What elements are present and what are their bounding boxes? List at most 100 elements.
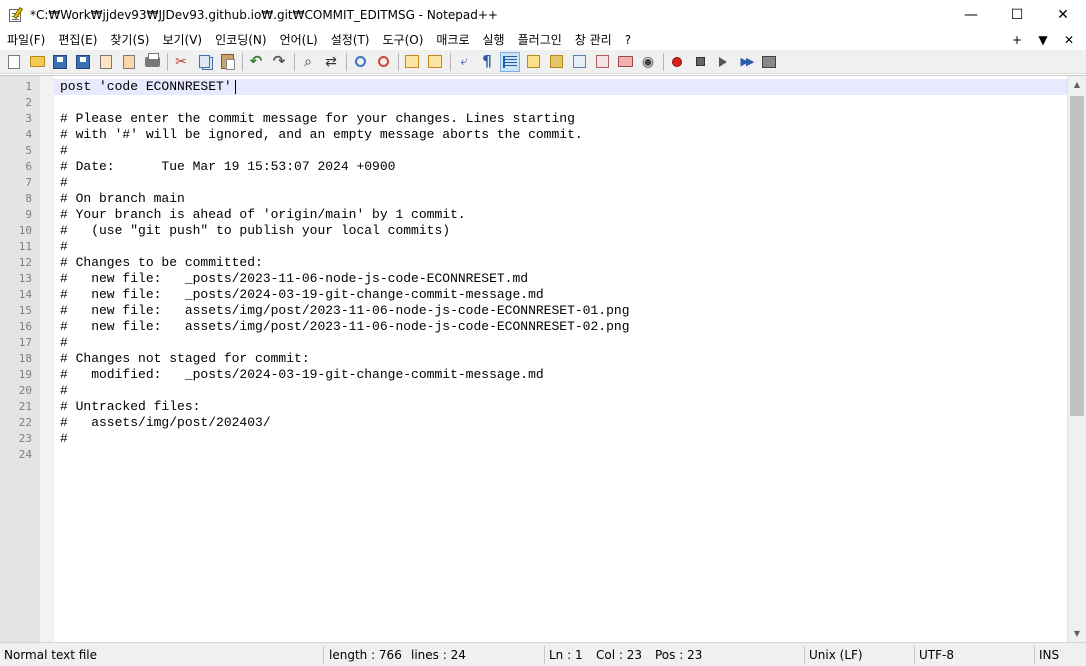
maximize-button[interactable]: ☐ bbox=[994, 0, 1040, 30]
menu-window[interactable]: 창 관리 bbox=[568, 30, 618, 50]
menu-file[interactable]: 파일(F) bbox=[0, 30, 51, 50]
editor-line[interactable]: # with '#' will be ignored, and an empty… bbox=[54, 127, 1067, 143]
doc-map-icon[interactable] bbox=[547, 53, 565, 71]
editor-line[interactable] bbox=[54, 447, 1067, 463]
menu-search[interactable]: 찾기(S) bbox=[103, 30, 155, 50]
scroll-down-arrow-icon[interactable]: ▼ bbox=[1068, 625, 1086, 642]
add-tab-button[interactable]: + bbox=[1004, 33, 1030, 47]
editor-line[interactable]: # Changes not staged for commit: bbox=[54, 351, 1067, 367]
text-area[interactable]: post 'code ECONNRESET' # Please enter the… bbox=[54, 76, 1067, 642]
editor-line[interactable]: # assets/img/post/202403/ bbox=[54, 415, 1067, 431]
find-icon[interactable]: ⌕ bbox=[299, 53, 317, 71]
play-macro-icon[interactable] bbox=[714, 53, 732, 71]
indent-guide-icon[interactable] bbox=[500, 51, 520, 72]
close-all-icon[interactable] bbox=[120, 53, 138, 71]
open-file-icon[interactable] bbox=[28, 53, 46, 71]
status-eol[interactable]: Unix (LF) bbox=[809, 643, 863, 666]
menu-run[interactable]: 실행 bbox=[476, 30, 511, 50]
editor-line[interactable]: # new file: _posts/2024-03-19-git-change… bbox=[54, 287, 1067, 303]
undo-icon[interactable]: ↶ bbox=[247, 53, 265, 71]
line-number: 2 bbox=[25, 96, 32, 109]
sync-horizontal-icon[interactable] bbox=[426, 53, 444, 71]
folder-workspace-icon[interactable] bbox=[616, 53, 634, 71]
scrollbar-thumb[interactable] bbox=[1070, 96, 1084, 416]
cut-icon[interactable]: ✂ bbox=[172, 53, 190, 71]
paste-icon[interactable] bbox=[218, 53, 236, 71]
menu-plugins[interactable]: 플러그인 bbox=[511, 30, 568, 50]
close-document-button[interactable]: ✕ bbox=[1056, 33, 1082, 47]
editor-line[interactable]: # bbox=[54, 239, 1067, 255]
editor-line[interactable]: # Untracked files: bbox=[54, 399, 1067, 415]
scroll-up-arrow-icon[interactable]: ▲ bbox=[1068, 76, 1086, 93]
save-all-icon[interactable] bbox=[74, 53, 92, 71]
editor-line-text: # new file: assets/img/post/2023-11-06-n… bbox=[60, 303, 630, 318]
editor-line[interactable]: # new file: assets/img/post/2023-11-06-n… bbox=[54, 319, 1067, 335]
editor-line[interactable] bbox=[54, 95, 1067, 111]
menu-macro[interactable]: 매크로 bbox=[429, 30, 475, 50]
save-macro-icon[interactable] bbox=[760, 53, 778, 71]
editor-line[interactable]: post 'code ECONNRESET' bbox=[54, 79, 1067, 95]
editor-line[interactable]: # modified: _posts/2024-03-19-git-change… bbox=[54, 367, 1067, 383]
show-all-chars-icon[interactable]: ¶ bbox=[478, 53, 496, 71]
fold-margin[interactable] bbox=[40, 76, 54, 642]
editor-line-text: # new file: _posts/2024-03-19-git-change… bbox=[60, 287, 544, 302]
line-number: 15 bbox=[18, 304, 32, 317]
menu-help[interactable]: ? bbox=[618, 30, 637, 50]
run-macro-multiple-icon[interactable]: ▶▶ bbox=[737, 53, 755, 71]
user-lang-icon[interactable] bbox=[524, 53, 542, 71]
print-icon[interactable] bbox=[143, 52, 161, 71]
record-macro-icon[interactable] bbox=[668, 53, 686, 71]
editor-line[interactable]: # new file: assets/img/post/2023-11-06-n… bbox=[54, 303, 1067, 319]
editor-line-text: # bbox=[60, 383, 68, 398]
menu-edit[interactable]: 편집(E) bbox=[51, 30, 103, 50]
vertical-scrollbar[interactable]: ▲ ▼ bbox=[1067, 76, 1086, 642]
editor-line[interactable]: # bbox=[54, 383, 1067, 399]
line-number: 4 bbox=[25, 128, 32, 141]
word-wrap-icon[interactable]: ⤶ bbox=[455, 53, 473, 71]
editor-line[interactable]: # Your branch is ahead of 'origin/main' … bbox=[54, 207, 1067, 223]
redo-icon[interactable]: ↷ bbox=[270, 53, 288, 71]
editor-line[interactable]: # bbox=[54, 143, 1067, 159]
toolbar-separator bbox=[346, 52, 347, 71]
editor-line-text: # Changes not staged for commit: bbox=[60, 351, 310, 366]
doc-list-icon[interactable] bbox=[570, 53, 588, 71]
editor-line[interactable]: # Please enter the commit message for yo… bbox=[54, 111, 1067, 127]
function-list-icon[interactable] bbox=[593, 53, 611, 71]
editor-line[interactable]: # On branch main bbox=[54, 191, 1067, 207]
editor-pane[interactable]: 1 2 3 4 5 6 7 8 9 10 11 12 13 14 15 16 17 18 19 20 21 22 23 24 … bbox=[0, 75, 1086, 642]
zoom-out-icon[interactable] bbox=[374, 53, 392, 71]
save-icon[interactable] bbox=[51, 53, 69, 71]
status-pos: Pos : 23 bbox=[655, 648, 703, 662]
editor-line[interactable]: # bbox=[54, 431, 1067, 447]
menu-language[interactable]: 언어(L) bbox=[273, 30, 324, 50]
copy-icon[interactable] bbox=[195, 53, 213, 71]
menu-bar: 파일(F) 편집(E) 찾기(S) 보기(V) 인코딩(N) 언어(L) 설정(… bbox=[0, 30, 1086, 50]
status-encoding[interactable]: UTF-8 bbox=[919, 643, 954, 666]
sync-vertical-icon[interactable] bbox=[403, 53, 421, 71]
menu-encoding[interactable]: 인코딩(N) bbox=[208, 30, 272, 50]
replace-icon[interactable]: ⇄ bbox=[322, 53, 340, 71]
menu-tools[interactable]: 도구(O) bbox=[376, 30, 430, 50]
line-number: 11 bbox=[18, 240, 32, 253]
tab-list-button[interactable]: ▼ bbox=[1030, 33, 1056, 47]
new-file-icon[interactable] bbox=[5, 53, 23, 71]
editor-line[interactable]: # Date: Tue Mar 19 15:53:07 2024 +0900 bbox=[54, 159, 1067, 175]
close-button[interactable]: ✕ bbox=[1040, 0, 1086, 30]
menu-right-controls: + ▼ ✕ bbox=[1004, 30, 1082, 50]
monitoring-icon[interactable]: ◉ bbox=[639, 53, 657, 71]
line-number: 3 bbox=[25, 112, 32, 125]
editor-line[interactable]: # bbox=[54, 335, 1067, 351]
editor-line[interactable]: # new file: _posts/2023-11-06-node-js-co… bbox=[54, 271, 1067, 287]
status-insert-mode[interactable]: INS bbox=[1039, 643, 1059, 666]
menu-view[interactable]: 보기(V) bbox=[155, 30, 208, 50]
editor-line[interactable]: # bbox=[54, 175, 1067, 191]
editor-line[interactable]: # (use "git push" to publish your local … bbox=[54, 223, 1067, 239]
zoom-in-icon[interactable] bbox=[351, 53, 369, 71]
close-icon[interactable] bbox=[97, 53, 115, 71]
editor-line[interactable]: # Changes to be committed: bbox=[54, 255, 1067, 271]
minimize-button[interactable]: — bbox=[948, 0, 994, 30]
status-file-type: Normal text file bbox=[4, 648, 98, 662]
stop-macro-icon[interactable] bbox=[691, 53, 709, 71]
menu-settings[interactable]: 설정(T) bbox=[324, 30, 376, 50]
status-divider bbox=[914, 646, 915, 664]
